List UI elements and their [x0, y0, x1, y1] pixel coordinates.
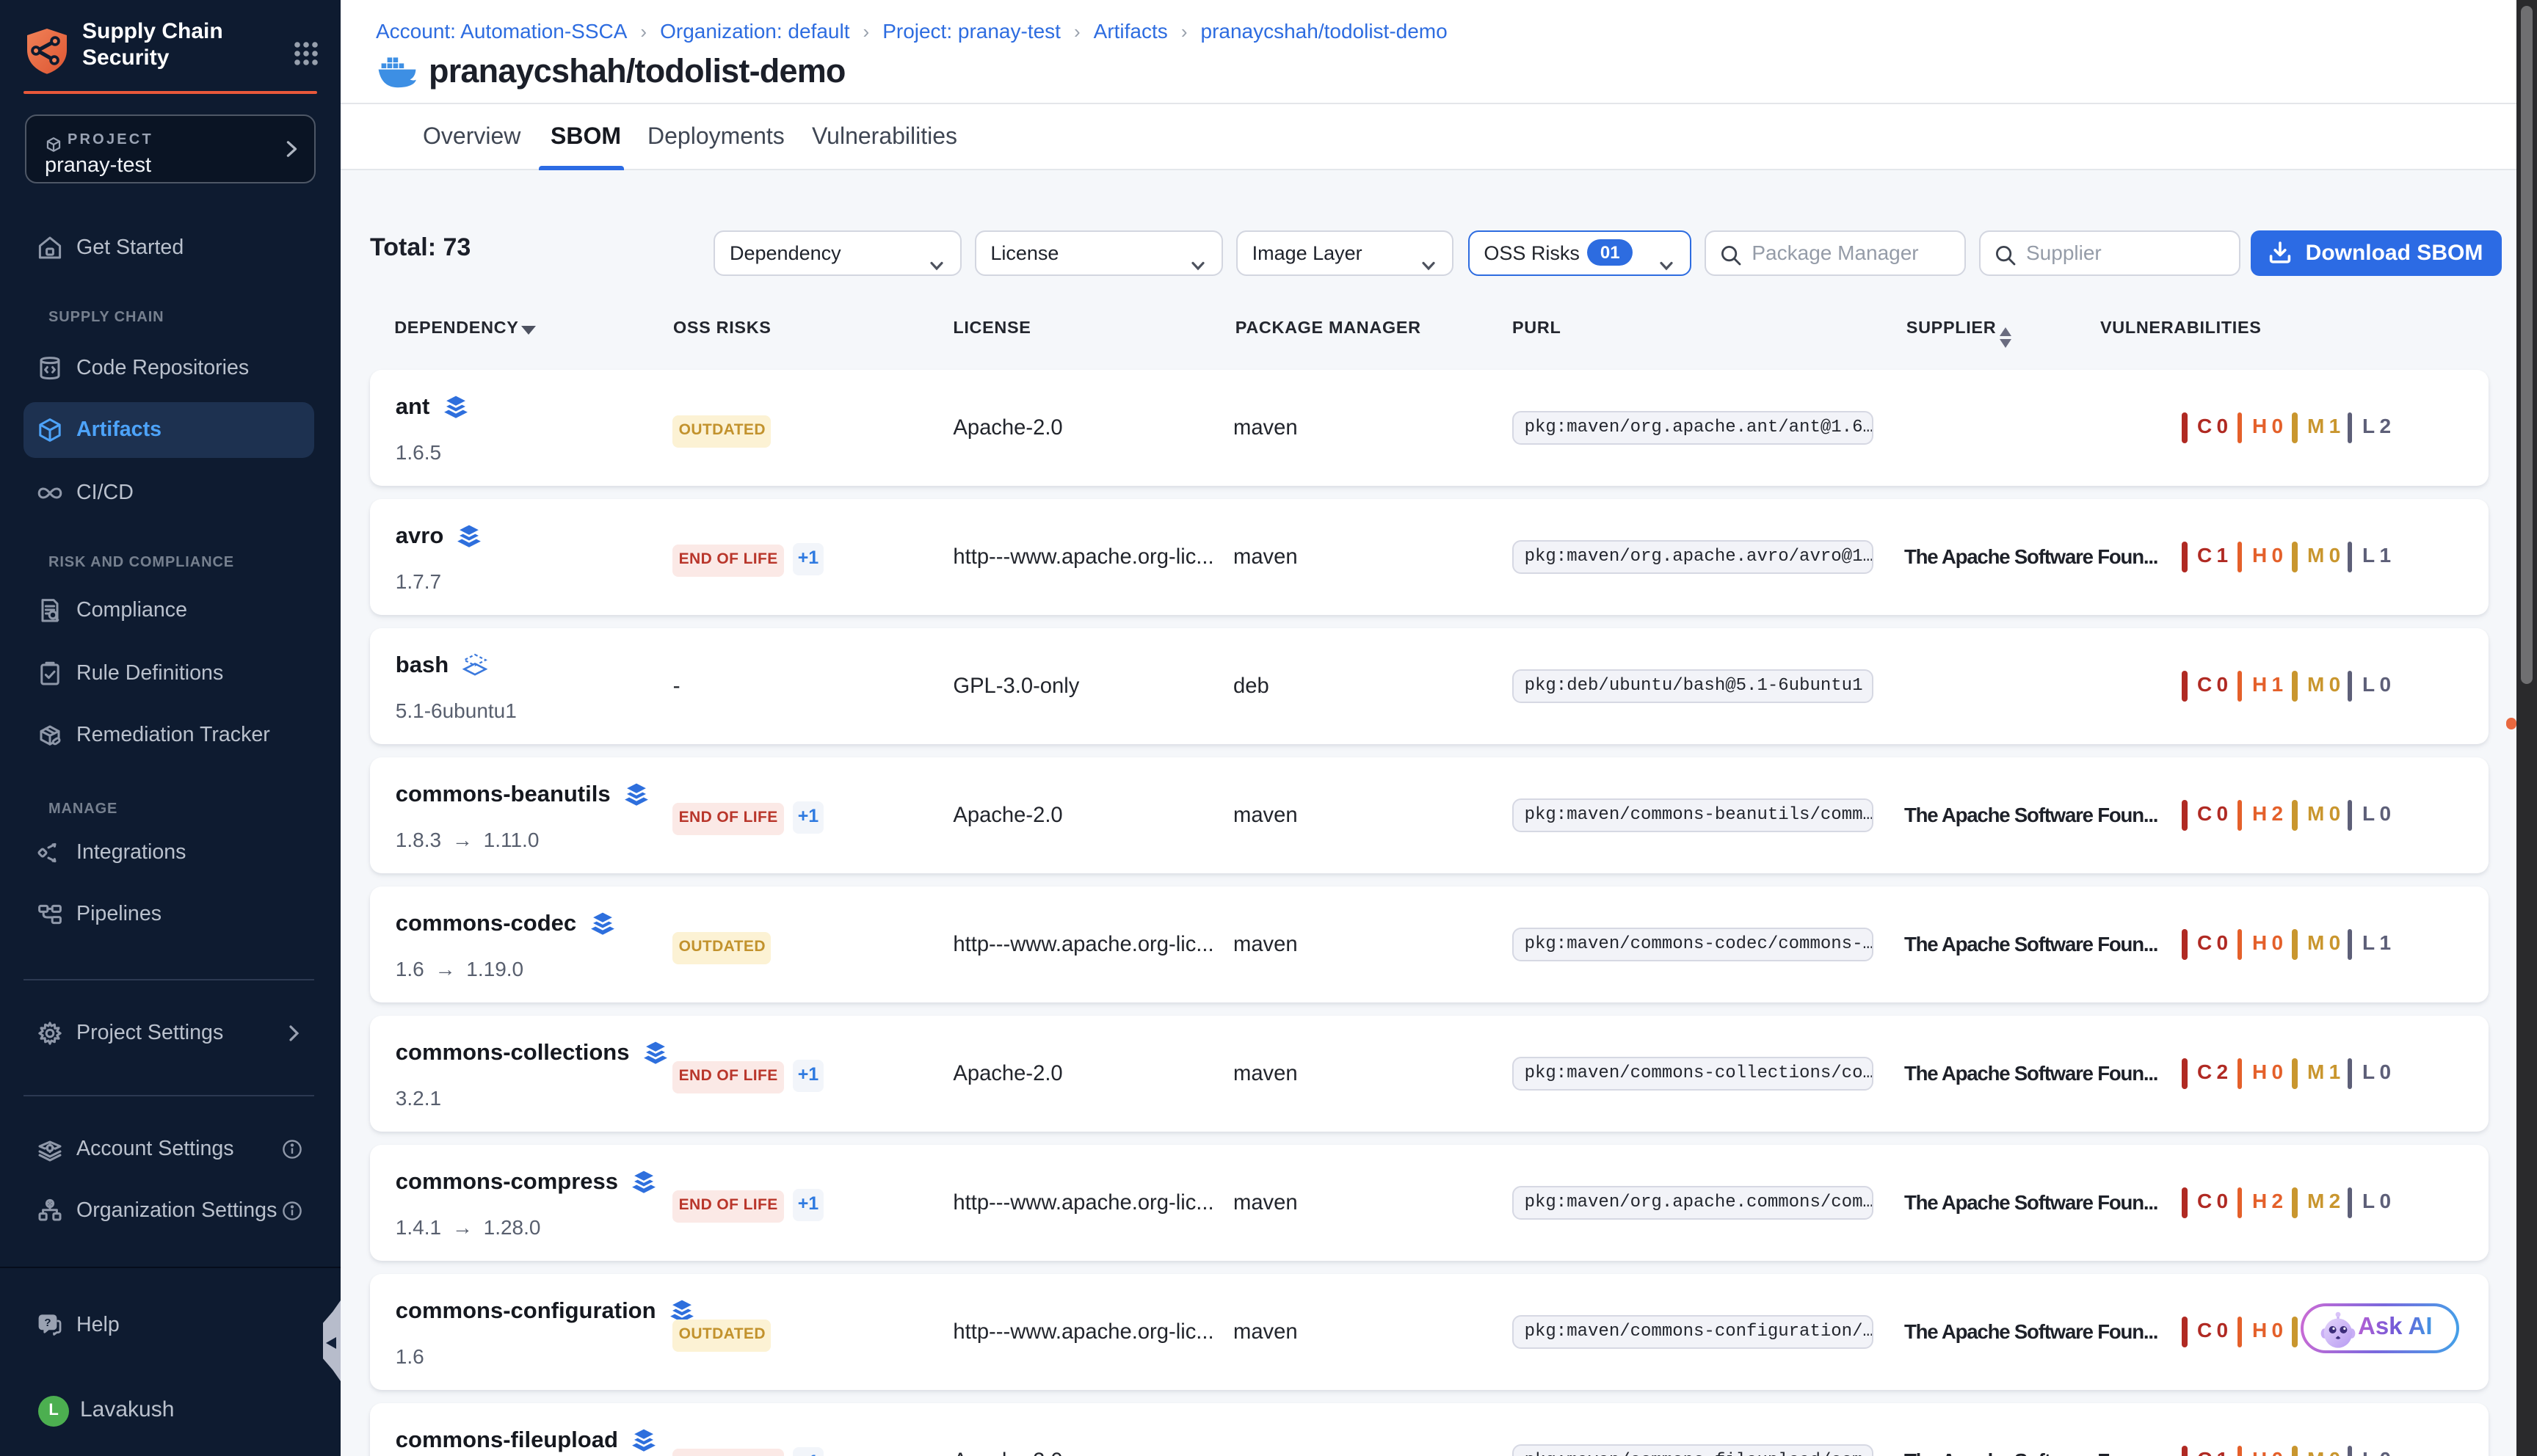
svg-text:?: ?	[43, 1317, 50, 1329]
